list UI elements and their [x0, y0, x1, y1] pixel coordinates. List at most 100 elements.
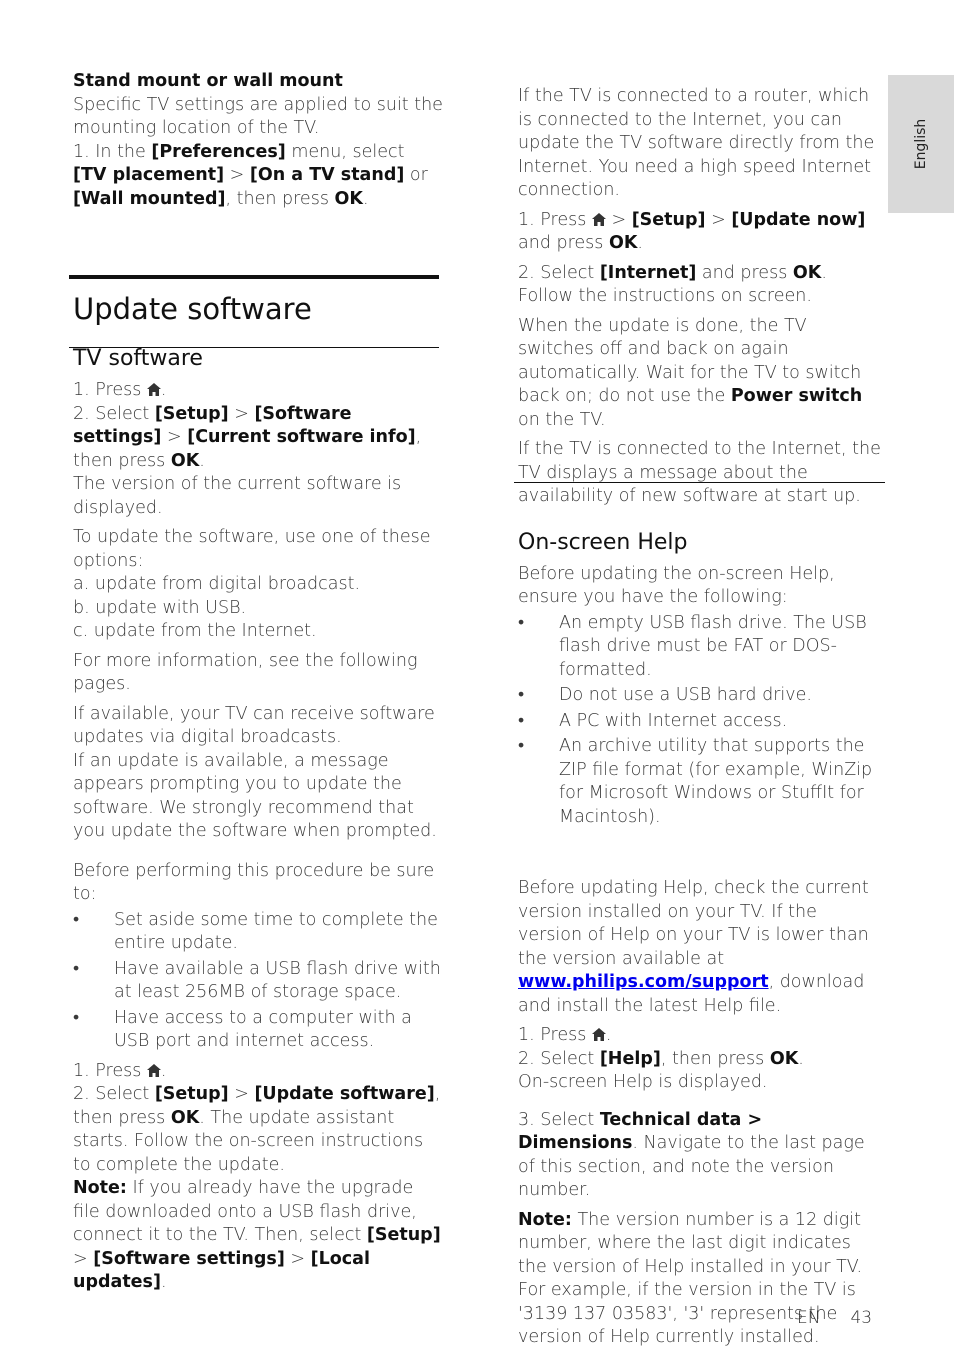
- mount-description: Specific TV settings are applied to suit…: [73, 94, 443, 139]
- menu-software-settings: [Software settings]: [93, 1248, 285, 1269]
- text: or: [404, 165, 428, 185]
- bullet: •: [518, 612, 525, 633]
- text: Before updating Help, check the current …: [518, 878, 869, 969]
- text: 1. Press: [73, 1060, 147, 1081]
- text: >: [73, 1248, 94, 1269]
- list-item: • An empty USB flash drive. The USB flash…: [518, 612, 884, 683]
- options-paragraph: To update the software, use one of these…: [73, 526, 443, 644]
- subsection-title-onscreen-help: On-screen Help: [518, 529, 688, 555]
- tvs-steps: 1. Press . 2. Select [Setup] > [Software …: [73, 379, 443, 520]
- text: .: [199, 450, 205, 471]
- ok-key: OK: [608, 233, 638, 253]
- text: , then press: [660, 1048, 770, 1069]
- option-a: a. update from digital broadcast.: [73, 574, 361, 594]
- page-footer: EN 43: [797, 1308, 872, 1328]
- menu-setup: [Setup]: [154, 1084, 229, 1104]
- text: 1. Press: [518, 209, 592, 230]
- text: 2. Select: [518, 262, 600, 283]
- list-item: • An archive utility that supports the ZI…: [518, 735, 884, 829]
- home-icon: [591, 212, 606, 226]
- text: 1. Press: [518, 1025, 592, 1045]
- bullet: •: [73, 909, 80, 930]
- menu-preferences: [Preferences]: [151, 141, 286, 162]
- text: , then press: [225, 188, 335, 209]
- text: .: [362, 188, 369, 209]
- text: >: [284, 1248, 311, 1269]
- internet-step-1: 1. Press > [Setup] > [Update now] and pr…: [518, 209, 884, 256]
- list-item: • Do not use a USB hard drive.: [518, 684, 884, 708]
- update-done-paragraph: When the update is done, the TV switches…: [518, 315, 884, 433]
- text: If available, your TV can receive softwa…: [73, 703, 435, 748]
- bullet: •: [73, 958, 80, 979]
- bullet: •: [73, 1007, 80, 1028]
- text: >: [228, 403, 255, 424]
- check-version-paragraph: Before updating Help, check the current …: [518, 877, 884, 1018]
- text: 1. In the: [73, 141, 152, 162]
- router-intro: If the TV is connected to a router, whic…: [518, 86, 875, 200]
- text: .: [160, 380, 167, 400]
- language-label: English: [913, 118, 929, 170]
- option-b: b. update with USB.: [73, 597, 247, 618]
- ok-key: OK: [769, 1048, 799, 1069]
- right-column: If the TV is connected to a router, whic…: [518, 85, 884, 1356]
- internet-step-2: 2. Select [Internet] and press OK. Follo…: [518, 262, 884, 309]
- more-info: For more information, see the following …: [73, 650, 418, 695]
- before-list: • Set aside some time to complete the ent…: [73, 909, 443, 1054]
- list-item: • Have access to a computer with a USB po…: [73, 1007, 443, 1054]
- text: Have available a USB flash drive with at…: [114, 958, 441, 1003]
- text: menu, select: [285, 141, 405, 162]
- list-item: • Have available a USB flash drive with a…: [73, 958, 443, 1005]
- text: 2. Select: [518, 1048, 600, 1069]
- mount-heading: Stand mount or wall mount: [73, 71, 343, 91]
- menu-wall-mounted: [Wall mounted]: [73, 188, 226, 209]
- ok-key: OK: [170, 450, 200, 471]
- bullet: •: [518, 736, 525, 756]
- help-requirements-list: • An empty USB flash drive. The USB flash…: [518, 612, 884, 830]
- text: 2. Select: [73, 1084, 155, 1104]
- menu-setup: [Setup]: [366, 1225, 441, 1245]
- menu-internet: [Internet]: [599, 262, 697, 283]
- text: >: [605, 209, 632, 230]
- text: To update the software, use one of these…: [73, 527, 431, 571]
- ok-key: OK: [170, 1107, 200, 1128]
- text: and press: [696, 262, 793, 283]
- home-icon: [591, 1028, 606, 1041]
- text: .: [160, 1272, 167, 1292]
- section-title: Update software: [73, 292, 312, 326]
- text: 1. Press: [73, 380, 147, 400]
- text: .: [605, 1025, 612, 1045]
- support-link[interactable]: www.philips.com/support: [518, 972, 769, 992]
- ok-key: OK: [792, 262, 822, 283]
- menu-update-now: [Update now]: [731, 209, 866, 230]
- power-switch-label: Power switch: [730, 386, 863, 406]
- menu-current-software-info: [Current software info]: [187, 427, 416, 447]
- menu-tv-placement: [TV placement]: [73, 165, 225, 185]
- before-intro: Before performing this procedure be sure…: [73, 860, 435, 905]
- text: >: [228, 1084, 255, 1104]
- text: An empty USB flash drive. The USB flash …: [559, 612, 867, 680]
- language-side-tab: English: [888, 75, 954, 213]
- text: The version of the current software is d…: [73, 474, 402, 518]
- text: .: [637, 233, 643, 253]
- help-steps: 1. Press . 2. Select [Help], then press O…: [518, 1024, 884, 1095]
- text: and press: [518, 233, 609, 253]
- menu-on-stand: [On a TV stand]: [249, 165, 405, 185]
- text: .: [160, 1060, 167, 1081]
- text: .: [798, 1048, 804, 1069]
- text: A PC with Internet access.: [559, 710, 788, 731]
- text: >: [705, 209, 732, 230]
- mount-paragraph: Specific TV settings are applied to suit…: [73, 94, 443, 212]
- list-item: • A PC with Internet access.: [518, 710, 884, 734]
- usb-steps: 1. Press . 2. Select [Setup] > [Update so…: [73, 1060, 443, 1295]
- page-number: 43: [850, 1308, 873, 1328]
- footer-language: EN: [797, 1308, 821, 1328]
- note-label: Note:: [518, 1209, 572, 1230]
- menu-help: [Help]: [599, 1048, 661, 1069]
- text: Have access to a computer with a USB por…: [114, 1007, 412, 1052]
- message-paragraph: If the TV is connected to the Internet, …: [518, 439, 881, 506]
- help-intro: Before updating the on-screen Help, ensu…: [518, 563, 835, 608]
- menu-setup: [Setup]: [154, 403, 229, 424]
- home-icon: [146, 1063, 161, 1077]
- broadcast-paragraph: If available, your TV can receive softwa…: [73, 703, 443, 844]
- option-c: c. update from the Internet.: [73, 621, 317, 641]
